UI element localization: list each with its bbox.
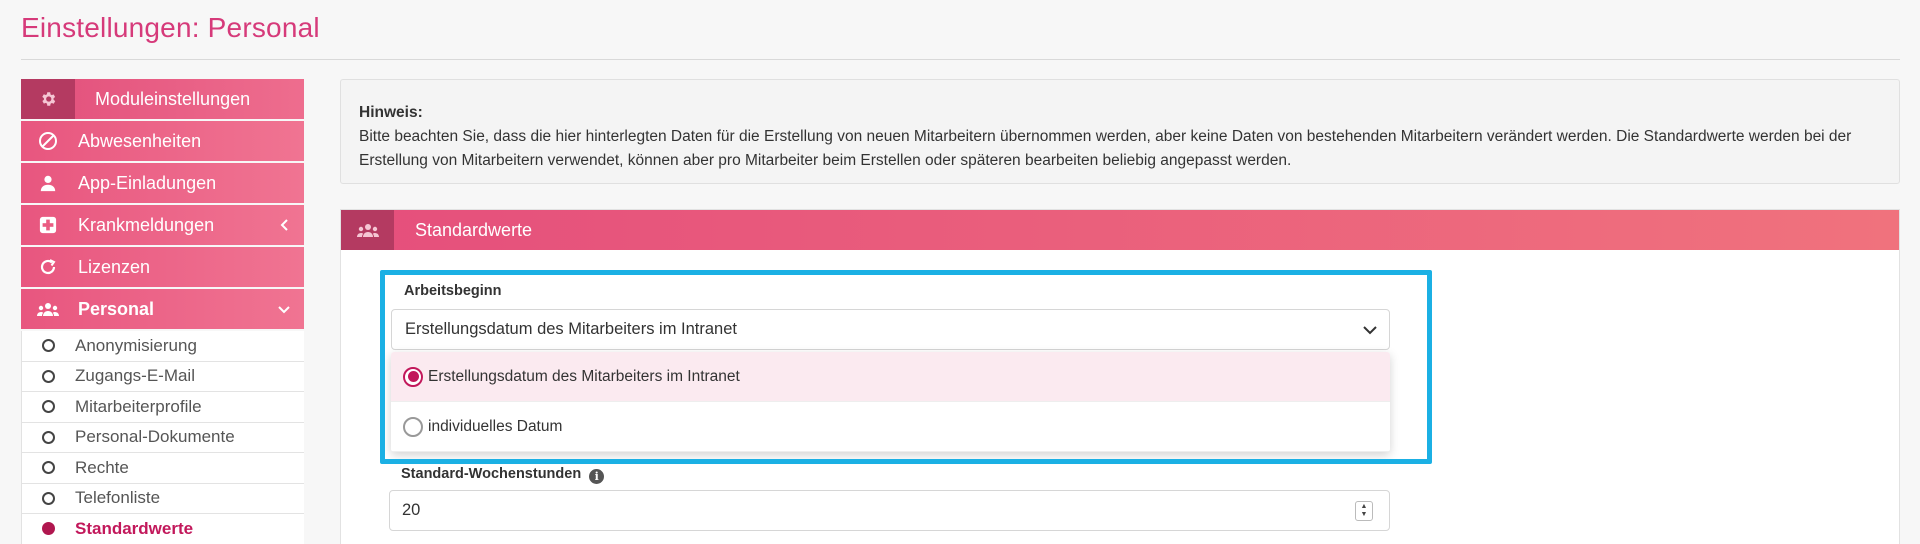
users-icon [21, 289, 75, 329]
sidebar-item-personal[interactable]: Personal [21, 289, 304, 329]
sidebar-header-moduleinstellungen[interactable]: Moduleinstellungen [21, 79, 304, 119]
sidebar-subitem-anonymisierung[interactable]: Anonymisierung [22, 331, 304, 362]
info-note: Hinweis: Bitte beachten Sie, dass die hi… [340, 79, 1900, 184]
arbeitsbeginn-selected-value: Erstellungsdatum des Mitarbeiters im Int… [405, 320, 737, 338]
chevron-left-icon[interactable] [280, 205, 290, 245]
option-label: individuelles Datum [428, 417, 563, 435]
sidebar-subitem-label: Personal-Dokumente [75, 427, 235, 447]
arbeitsbeginn-label: Arbeitsbeginn [404, 283, 502, 299]
sidebar-subitem-mitarbeiterprofile[interactable]: Mitarbeiterprofile [22, 392, 304, 423]
sidebar-subitem-label: Telefonliste [75, 488, 161, 508]
refresh-icon [21, 247, 75, 287]
radio-unselected-icon[interactable] [403, 416, 423, 437]
wochenstunden-input[interactable]: 20 ▲ ▼ [389, 490, 1390, 531]
medical-icon [21, 205, 75, 245]
option-label: Erstellungsdatum des Mitarbeiters im Int… [428, 367, 740, 385]
circle-icon [42, 339, 55, 353]
sidebar-subitem-label: Anonymisierung [75, 335, 197, 355]
option-erstellungsdatum[interactable]: Erstellungsdatum des Mitarbeiters im Int… [391, 352, 1390, 402]
circle-icon [42, 491, 55, 505]
sidebar-item-label: Abwesenheiten [78, 130, 202, 151]
info-icon[interactable]: i [589, 469, 605, 484]
sidebar-item-app-einladungen[interactable]: App-Einladungen [21, 163, 304, 203]
sidebar-subitem-telefonliste[interactable]: Telefonliste [22, 484, 304, 514]
sidebar-item-label: Personal [78, 298, 155, 319]
radio-selected-icon[interactable] [403, 366, 423, 387]
ban-icon [21, 121, 75, 161]
chevron-down-icon[interactable] [278, 289, 290, 329]
sidebar-header-label: Moduleinstellungen [95, 88, 251, 109]
sidebar-subitem-label: Rechte [75, 457, 129, 477]
users-icon [341, 210, 394, 250]
panel-header: Standardwerte [341, 210, 1899, 250]
wochenstunden-value: 20 [402, 501, 421, 519]
circle-icon [42, 430, 55, 444]
gear-icon [21, 79, 75, 119]
wochenstunden-label-text: Standard-Wochenstunden [401, 466, 582, 482]
chevron-down-icon [1363, 310, 1377, 349]
arbeitsbeginn-dropdown: Erstellungsdatum des Mitarbeiters im Int… [391, 352, 1390, 452]
chevron-down-icon[interactable]: ▼ [1361, 511, 1368, 519]
page-title: Einstellungen: Personal [21, 12, 320, 43]
circle-icon [42, 369, 55, 383]
panel-title: Standardwerte [415, 219, 533, 240]
user-icon [21, 163, 75, 203]
sidebar-item-label: App-Einladungen [78, 172, 217, 193]
sidebar-subitem-label: Zugangs-E-Mail [75, 366, 195, 386]
wochenstunden-label: Standard-Wochenstunden i [401, 466, 605, 484]
circle-icon [42, 400, 55, 414]
sidebar: Moduleinstellungen Abwesenheiten App-Ein… [21, 79, 304, 544]
note-title: Hinweis: [359, 104, 423, 121]
circle-icon [42, 461, 55, 475]
sidebar-subitem-label: Standardwerte [75, 518, 194, 538]
option-individuelles-datum[interactable]: individuelles Datum [391, 402, 1390, 452]
note-text: Bitte beachten Sie, dass die hier hinter… [359, 128, 1852, 169]
chevron-up-icon[interactable]: ▲ [1361, 503, 1368, 511]
sidebar-item-abwesenheiten[interactable]: Abwesenheiten [21, 121, 304, 161]
sidebar-subitem-standardwerte[interactable]: Standardwerte [22, 514, 304, 544]
filled-circle-icon [42, 522, 55, 536]
sidebar-subitem-rechte[interactable]: Rechte [22, 453, 304, 484]
sidebar-submenu-personal: Anonymisierung Zugangs-E-Mail Mitarbeite… [21, 331, 304, 544]
sidebar-subitem-personal-dokumente[interactable]: Personal-Dokumente [22, 423, 304, 453]
number-stepper[interactable]: ▲ ▼ [1355, 501, 1373, 521]
title-divider [21, 59, 1900, 60]
sidebar-subitem-label: Mitarbeiterprofile [75, 396, 202, 416]
sidebar-subitem-zugangs-email[interactable]: Zugangs-E-Mail [22, 362, 304, 392]
arbeitsbeginn-select[interactable]: Erstellungsdatum des Mitarbeiters im Int… [391, 309, 1390, 350]
sidebar-item-lizenzen[interactable]: Lizenzen [21, 247, 304, 287]
sidebar-item-label: Krankmeldungen [78, 214, 215, 235]
sidebar-item-krankmeldungen[interactable]: Krankmeldungen [21, 205, 304, 245]
sidebar-item-label: Lizenzen [78, 256, 151, 277]
